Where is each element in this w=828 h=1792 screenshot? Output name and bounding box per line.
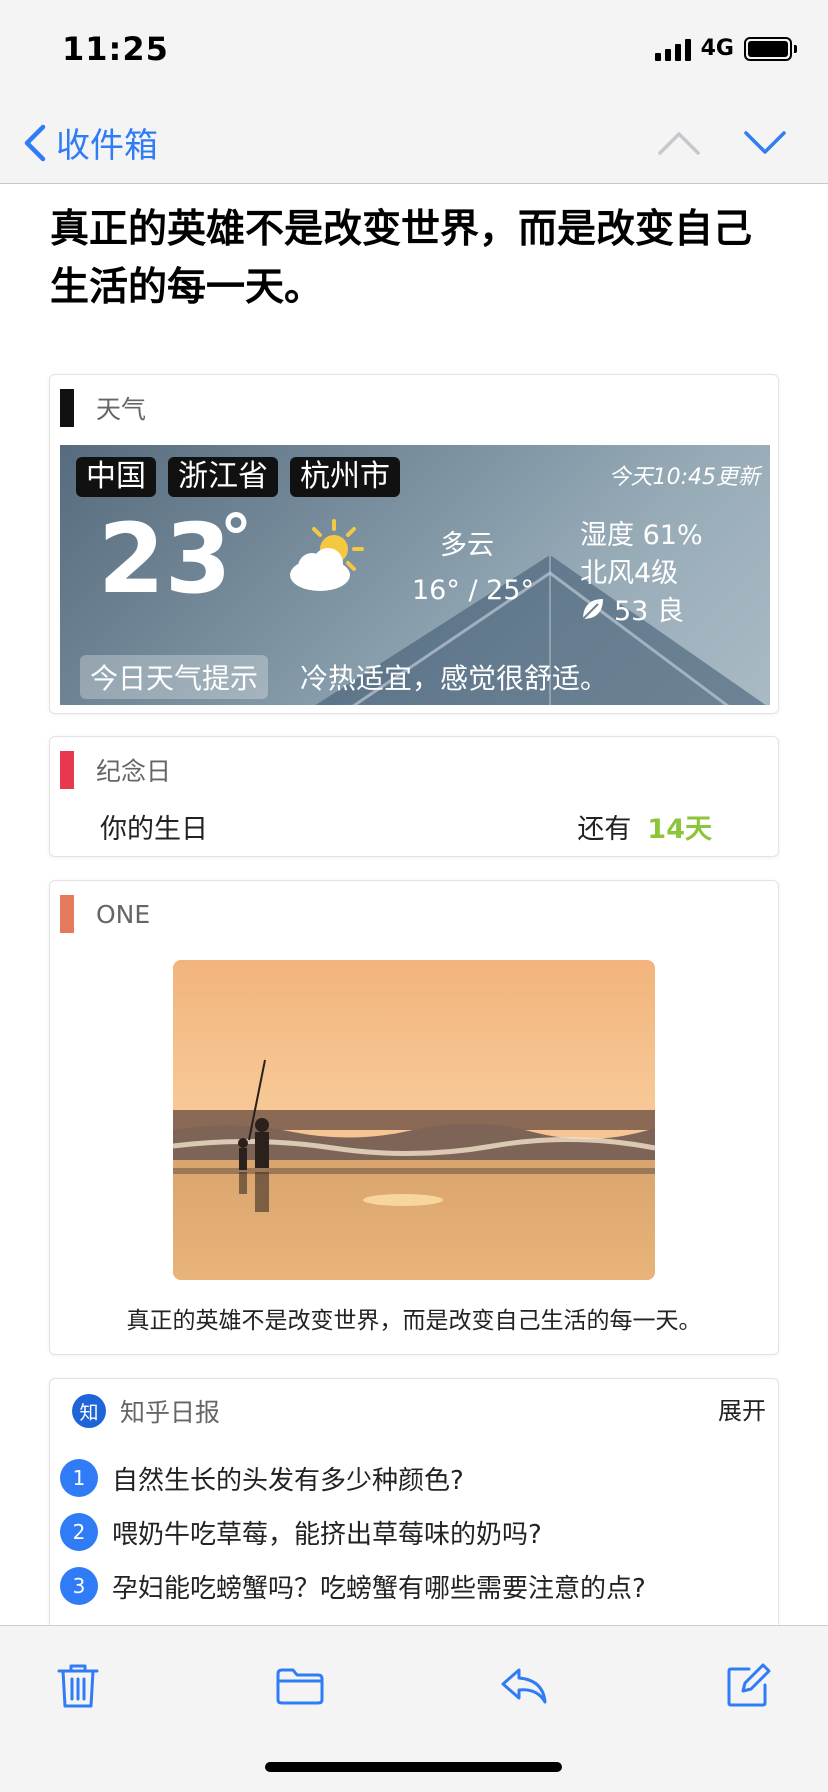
list-item-number: 3 [60,1567,98,1605]
back-button[interactable]: 收件箱 [22,118,158,167]
back-label: 收件箱 [56,126,158,166]
compose-icon [727,1663,771,1707]
previous-message-button[interactable] [656,120,702,166]
anniversary-countdown: 还有 14天 [577,807,712,846]
one-card: ONE 真正的英雄不是改变世界，而是改变自己生活的每一天。 [49,880,779,1355]
list-item-title: 喂奶牛吃草莓，能挤出草莓味的奶吗? [112,1519,542,1550]
status-indicators: 4G [654,36,797,61]
temperature-range: 16° / 25° [412,575,534,606]
home-indicator[interactable] [265,1762,562,1772]
weather-accent-bar [60,389,74,427]
chevron-up-icon [658,132,700,155]
battery-icon [744,36,797,61]
location-province: 浙江省 [168,457,278,497]
anniversary-remain-label: 还有 [577,814,632,845]
list-item-number: 1 [60,1459,98,1497]
weather-card: 天气 中国 浙江省 杭州市 今天10:45更新 23 ° 多云 16° / 25… [49,374,779,714]
anniversary-card: 纪念日 你的生日 还有 14天 [49,736,779,857]
list-item-number: 2 [60,1513,98,1551]
list-item[interactable]: 3 孕妇能吃螃蟹吗？吃螃蟹有哪些需要注意的点? [60,1567,646,1605]
weather-condition: 多云 [440,530,494,561]
delete-button[interactable] [48,1656,108,1716]
folder-icon [276,1668,324,1705]
list-item[interactable]: 1 自然生长的头发有多少种颜色? [60,1459,464,1497]
anniversary-days: 14天 [647,814,712,845]
one-photo[interactable] [173,960,655,1280]
leaf-icon [582,598,603,620]
nav-bar: 收件箱 [0,100,828,184]
list-item-title: 自然生长的头发有多少种颜色? [112,1465,464,1496]
zhihu-header: 知 知乎日报 [72,1393,220,1429]
reply-icon [501,1668,547,1704]
one-title: ONE [96,899,151,929]
anniversary-header: 纪念日 [60,751,171,789]
temperature-degree: ° [220,502,252,576]
one-caption: 真正的英雄不是改变世界，而是改变自己生活的每一天。 [126,1308,702,1334]
anniversary-name: 你的生日 [100,814,208,845]
email-body[interactable]: 真正的英雄不是改变世界，而是改变自己生活的每一天。 天气 中国 浙江省 杭州市 … [0,185,828,1625]
weather-panel: 中国 浙江省 杭州市 今天10:45更新 23 ° 多云 16° / 25° 湿… [60,445,770,705]
one-header: ONE [60,895,150,933]
reply-button[interactable] [494,1656,554,1716]
weather-tip-text: 冷热适宜，感觉很舒适。 [300,662,609,695]
anniversary-accent-bar [60,751,74,789]
zhihu-logo-icon: 知 [72,1394,106,1428]
expand-button[interactable]: 展开 [718,1391,766,1426]
next-message-button[interactable] [742,120,788,166]
chevron-left-icon [24,124,46,161]
location-tags: 中国 浙江省 杭州市 [76,457,400,497]
chevron-down-icon [744,131,786,154]
zhihu-title: 知乎日报 [120,1398,221,1427]
signal-icon [654,37,691,61]
list-item-title: 孕妇能吃螃蟹吗？吃螃蟹有哪些需要注意的点? [112,1573,646,1604]
current-temperature: 23 [98,503,232,615]
network-type: 4G [700,36,734,61]
weather-tip-label: 今日天气提示 [80,655,269,699]
zhihu-card: 知 知乎日报 展开 1 自然生长的头发有多少种颜色? 2 喂奶牛吃草莓，能挤出草… [49,1378,779,1625]
wind: 北风4级 [580,558,679,589]
humidity: 湿度 61% [580,520,703,551]
email-headline: 真正的英雄不是改变世界，而是改变自己生活的每一天。 [50,207,753,310]
air-quality-value: 53 良 [614,596,684,627]
status-time: 11:25 [62,30,169,68]
sunset-beach-image [173,960,655,1280]
location-country: 中国 [76,457,156,497]
weather-header: 天气 [60,389,146,427]
message-navigation [656,120,788,166]
weather-update-time: 今天10:45更新 [608,465,760,490]
anniversary-title: 纪念日 [96,757,172,786]
air-quality: 53 良 [580,589,684,628]
partly-cloudy-icon [290,519,364,591]
move-to-folder-button[interactable] [270,1656,330,1716]
status-bar: 11:25 4G [0,0,828,100]
weather-title: 天气 [96,395,147,424]
location-city: 杭州市 [290,457,400,497]
one-accent-bar [60,895,74,933]
list-item[interactable]: 2 喂奶牛吃草莓，能挤出草莓味的奶吗? [60,1513,542,1551]
trash-icon [57,1664,99,1708]
compose-button[interactable] [718,1656,778,1716]
